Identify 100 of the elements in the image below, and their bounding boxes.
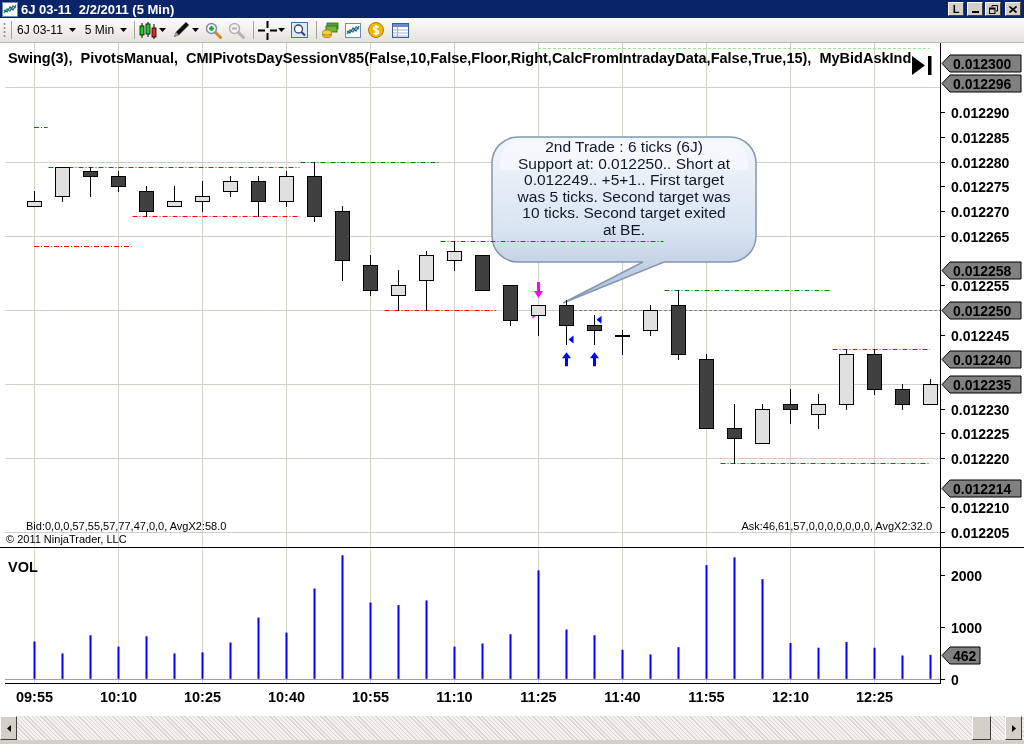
volume-bar	[173, 653, 176, 679]
caret-icon[interactable]	[278, 28, 286, 32]
close-button[interactable]	[1005, 2, 1021, 16]
candle	[643, 304, 658, 337]
time-label: 10:10	[99, 689, 138, 705]
axis-label: 0.012280	[951, 154, 1010, 171]
axis-label: 0.012270	[951, 203, 1010, 220]
candle	[615, 329, 630, 356]
triangle-marker-icon	[568, 335, 574, 344]
callout-title: 2nd Trade : 6 ticks (6J)	[545, 139, 703, 156]
volume-bar	[89, 635, 92, 679]
close-icon	[1009, 5, 1017, 13]
volume-bar	[145, 636, 148, 679]
line-chart-icon[interactable]	[345, 22, 362, 38]
volume-bar	[285, 632, 288, 679]
candle	[531, 304, 546, 337]
callout-text: Support at: 0.012250.. Short at 0.012249.. +5+1.. First target was 5 ticks. Second target was 10 ticks. Second target exited at BE.	[516, 155, 732, 238]
candle	[139, 185, 154, 218]
axis-label: 0.012245	[951, 327, 1010, 344]
price-tag: 0.012300	[941, 54, 1022, 73]
volume-bar	[33, 641, 36, 679]
axis-label: 0.012205	[951, 524, 1010, 541]
restore-button[interactable]	[985, 2, 1001, 16]
volume-bar	[509, 634, 512, 679]
candle	[447, 240, 462, 272]
axis-label: 0	[951, 671, 959, 688]
table-icon[interactable]	[392, 22, 410, 38]
candle	[195, 180, 210, 213]
magnifier-window-icon[interactable]	[291, 22, 309, 38]
candle	[251, 175, 266, 218]
axis-label: 1000	[951, 619, 983, 636]
candle	[391, 269, 406, 312]
time-label: 10:40	[267, 689, 306, 705]
volume-bar	[593, 635, 596, 679]
volume-bar	[845, 642, 848, 679]
scrollbar-thumb[interactable]	[972, 716, 991, 740]
candle	[671, 289, 686, 361]
volume-bar	[817, 647, 820, 679]
caret-icon[interactable]	[159, 28, 167, 32]
chart-icon	[2, 1, 18, 17]
volume-bar	[565, 629, 568, 679]
window-button[interactable]: L	[948, 2, 964, 16]
time-label: 09:55	[15, 689, 54, 705]
volume-bar	[453, 646, 456, 679]
candle	[727, 403, 742, 465]
candle	[811, 393, 826, 430]
time-label: 10:25	[183, 689, 222, 705]
candle	[923, 378, 938, 406]
axis-label: 0.012285	[951, 129, 1010, 146]
up-arrow-icon	[590, 352, 599, 367]
axis-label: 2000	[951, 567, 983, 584]
left-arrow-icon	[6, 724, 11, 732]
time-label: 12:25	[855, 689, 894, 705]
axis-label: 0.012275	[951, 178, 1010, 195]
candle	[839, 348, 854, 411]
volume-bar	[677, 647, 680, 679]
axis-label: 0.012265	[951, 228, 1010, 245]
volume-bar	[649, 654, 652, 679]
grip-icon[interactable]	[3, 22, 6, 38]
minimize-button[interactable]	[967, 2, 983, 16]
candle	[111, 170, 126, 193]
volume-bar	[117, 646, 120, 679]
candle	[279, 170, 294, 208]
money-icon[interactable]	[322, 22, 340, 38]
price-tag: 0.012214	[941, 479, 1022, 498]
volume-bar	[873, 647, 876, 679]
scroll-left-button[interactable]	[0, 716, 17, 740]
volume-bar	[481, 643, 484, 679]
candle	[503, 284, 518, 327]
candle	[55, 166, 70, 203]
pen-icon[interactable]	[172, 21, 191, 39]
dollar-coin-icon[interactable]	[368, 22, 385, 38]
candle	[867, 348, 882, 396]
price-tag: 0.012258	[941, 261, 1022, 280]
time-label: 12:10	[771, 689, 810, 705]
crosshair-icon[interactable]	[258, 20, 278, 40]
volume-bar	[789, 643, 792, 679]
caret-icon[interactable]	[192, 28, 200, 32]
price-tag: 0.012296	[941, 74, 1022, 93]
zoom-in-icon[interactable]	[205, 21, 223, 39]
volume-bar	[901, 655, 904, 679]
volume-bar	[201, 652, 204, 679]
axis-label: 0.012210	[951, 499, 1010, 516]
triangle-marker-icon	[596, 315, 602, 324]
skip-to-end-icon[interactable]	[912, 56, 933, 75]
interval-dropdown[interactable]: 5 Min	[84, 24, 128, 36]
ask-info: Ask:46,61,57,0,0,0,0,0,0,0, AvgX2:32.0	[741, 520, 932, 532]
price-tag: 462	[941, 646, 981, 665]
volume-bar	[929, 654, 932, 679]
volume-bar	[61, 653, 64, 679]
axis-label: 0.012230	[951, 401, 1010, 418]
bid-info: Bid:0,0,0,57,55,57,77,47,0,0, AvgX2:58.0	[26, 520, 227, 532]
volume-bar	[257, 617, 260, 679]
time-label: 11:40	[604, 689, 641, 705]
candlestick-icon[interactable]	[139, 21, 158, 39]
scroll-right-button[interactable]	[1005, 716, 1022, 740]
candle	[895, 383, 910, 411]
scrollbar-track[interactable]	[0, 716, 1024, 740]
instrument-dropdown[interactable]: 6J 03-11	[17, 24, 76, 36]
candle	[27, 190, 42, 208]
